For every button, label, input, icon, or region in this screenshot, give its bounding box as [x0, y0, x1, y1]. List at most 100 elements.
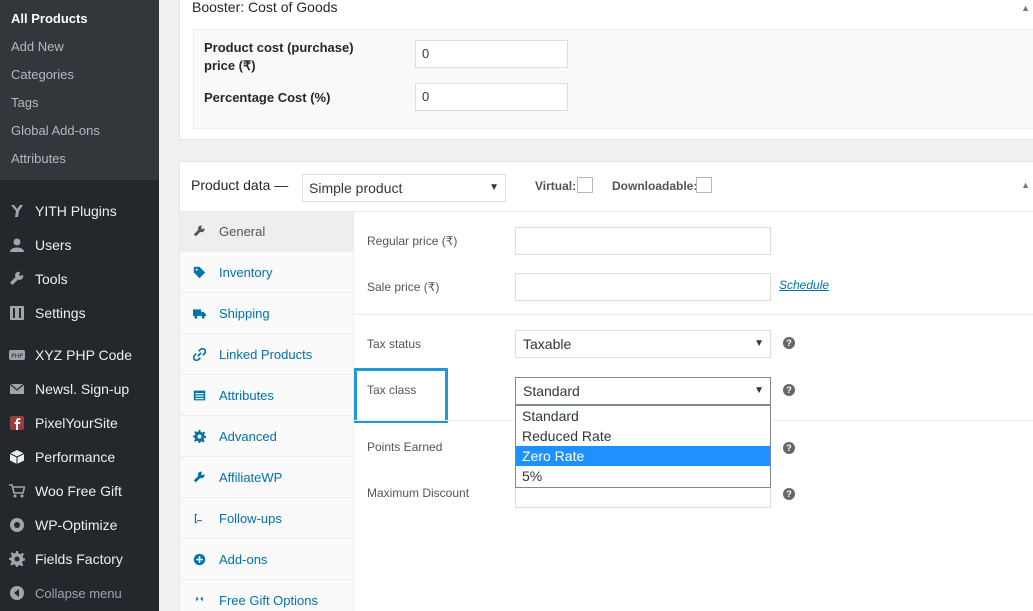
- tax-class-value: Standard: [523, 383, 580, 399]
- admin-sidebar: All Products Add New Categories Tags Glo…: [0, 0, 159, 611]
- tab-label: Attributes: [219, 388, 274, 403]
- php-icon: PHP: [8, 346, 26, 364]
- menu-label: Woo Free Gift: [35, 483, 122, 499]
- tab-label: Free Gift Options: [219, 593, 318, 608]
- help-icon[interactable]: ?: [783, 337, 795, 349]
- menu-woo-free-gift[interactable]: Woo Free Gift: [0, 474, 159, 508]
- submenu-attributes[interactable]: Attributes: [0, 148, 159, 176]
- wrench-icon: [191, 224, 207, 240]
- svg-text:PHP: PHP: [11, 353, 23, 360]
- menu-fields-factory[interactable]: Fields Factory: [0, 542, 159, 576]
- menu-wp-optimize[interactable]: WP-Optimize: [0, 508, 159, 542]
- submenu-tags[interactable]: Tags: [0, 92, 159, 120]
- tab-attributes[interactable]: Attributes: [180, 376, 353, 416]
- schedule-link[interactable]: Schedule: [779, 278, 829, 292]
- divider: [354, 314, 1033, 315]
- tab-free-gift-options[interactable]: Free Gift Options: [180, 581, 353, 611]
- menu-label: Settings: [35, 305, 86, 321]
- tab-label: Follow-ups: [219, 511, 282, 526]
- submenu-global-addons[interactable]: Global Add-ons: [0, 120, 159, 148]
- annotation-highlight-box: [354, 368, 448, 423]
- product-data-tabs: General Inventory Shipping Linked Produc…: [180, 212, 354, 611]
- chevron-down-icon: ▼: [754, 338, 764, 349]
- tab-affiliatewp[interactable]: AffiliateWP: [180, 458, 353, 498]
- user-icon: [8, 236, 26, 254]
- submenu-add-new[interactable]: Add New: [0, 36, 159, 64]
- main-menu: YITH Plugins Users Tools Settings PHP XY…: [0, 180, 159, 610]
- regular-price-label: Regular price (₹): [367, 234, 458, 248]
- product-cost-label: Product cost (purchase) price (₹): [204, 40, 354, 73]
- booster-cost-of-goods-box: Booster: Cost of Goods ▲ Product cost (p…: [179, 0, 1033, 140]
- menu-settings[interactable]: Settings: [0, 296, 159, 330]
- collapse-toggle-icon[interactable]: ▲: [1021, 180, 1030, 190]
- tab-label: General: [219, 224, 266, 239]
- menu-pixelyoursite[interactable]: PixelYourSite: [0, 406, 159, 440]
- collapse-menu-button[interactable]: Collapse menu: [0, 576, 159, 610]
- tab-inventory[interactable]: Inventory: [180, 253, 353, 293]
- tab-advanced[interactable]: Advanced: [180, 417, 353, 457]
- tab-label: AffiliateWP: [219, 470, 283, 485]
- menu-label: Tools: [35, 271, 68, 287]
- tax-status-value: Taxable: [523, 336, 572, 352]
- tab-general[interactable]: General: [180, 212, 353, 252]
- option-standard[interactable]: Standard: [516, 406, 770, 426]
- facebook-icon: [8, 414, 26, 432]
- plus-circle-icon: [191, 552, 207, 568]
- chevron-down-icon: ▼: [754, 385, 764, 396]
- tab-label: Linked Products: [219, 347, 313, 362]
- truck-icon: [191, 306, 207, 322]
- gear-icon: [8, 550, 26, 568]
- help-icon[interactable]: ?: [783, 442, 795, 454]
- sale-price-input[interactable]: [515, 273, 771, 301]
- menu-performance[interactable]: Performance: [0, 440, 159, 474]
- tab-linked-products[interactable]: Linked Products: [180, 335, 353, 375]
- menu-users[interactable]: Users: [0, 228, 159, 262]
- tax-class-select[interactable]: Standard ▼: [515, 377, 771, 405]
- tab-follow-ups[interactable]: Follow-ups: [180, 499, 353, 539]
- tab-label: Advanced: [219, 429, 277, 444]
- virtual-label: Virtual:: [535, 179, 577, 193]
- cart-icon: [8, 482, 26, 500]
- tab-label: Inventory: [219, 265, 273, 280]
- virtual-checkbox[interactable]: [577, 177, 593, 193]
- option-zero-rate[interactable]: Zero Rate: [516, 446, 770, 466]
- envelope-icon: [8, 380, 26, 398]
- submenu-all-products[interactable]: All Products: [0, 8, 159, 36]
- menu-yith-plugins[interactable]: YITH Plugins: [0, 194, 159, 228]
- submenu-categories[interactable]: Categories: [0, 64, 159, 92]
- product-cost-input[interactable]: 0: [415, 40, 568, 68]
- option-5-percent[interactable]: 5%: [516, 466, 770, 486]
- wrench-icon: [191, 470, 207, 486]
- menu-label: PixelYourSite: [35, 415, 118, 431]
- gift-icon: [191, 593, 207, 609]
- tax-status-select[interactable]: Taxable ▼: [515, 330, 771, 358]
- help-icon[interactable]: ?: [783, 488, 795, 500]
- option-reduced-rate[interactable]: Reduced Rate: [516, 426, 770, 446]
- tab-label: Add-ons: [219, 552, 268, 567]
- menu-label: WP-Optimize: [35, 517, 118, 533]
- menu-label: Fields Factory: [35, 551, 123, 567]
- tax-class-dropdown: Standard Reduced Rate Zero Rate 5%: [515, 405, 771, 488]
- menu-xyz-php-code[interactable]: PHP XYZ PHP Code: [0, 338, 159, 372]
- optimize-icon: [8, 516, 26, 534]
- points-earned-label: Points Earned: [367, 440, 443, 454]
- product-type-select[interactable]: Simple product ▼: [302, 174, 506, 202]
- help-icon[interactable]: ?: [783, 384, 795, 396]
- percentage-cost-input[interactable]: 0: [415, 83, 568, 111]
- sale-price-label: Sale price (₹): [367, 280, 440, 294]
- menu-label: XYZ PHP Code: [35, 347, 133, 363]
- regular-price-input[interactable]: [515, 227, 771, 255]
- downloadable-label: Downloadable:: [612, 179, 698, 193]
- menu-newsl-signup[interactable]: Newsl. Sign-up: [0, 372, 159, 406]
- list-icon: [191, 388, 207, 404]
- menu-label: Performance: [35, 449, 116, 465]
- collapse-toggle-icon[interactable]: ▲: [1021, 3, 1030, 13]
- product-data-header: Product data — Simple product ▼ Virtual:…: [180, 162, 1033, 212]
- tab-add-ons[interactable]: Add-ons: [180, 540, 353, 580]
- gear-icon: [191, 429, 207, 445]
- tab-shipping[interactable]: Shipping: [180, 294, 353, 334]
- menu-tools[interactable]: Tools: [0, 262, 159, 296]
- downloadable-checkbox[interactable]: [696, 177, 712, 193]
- product-data-title: Product data —: [191, 177, 289, 193]
- settings-icon: [8, 304, 26, 322]
